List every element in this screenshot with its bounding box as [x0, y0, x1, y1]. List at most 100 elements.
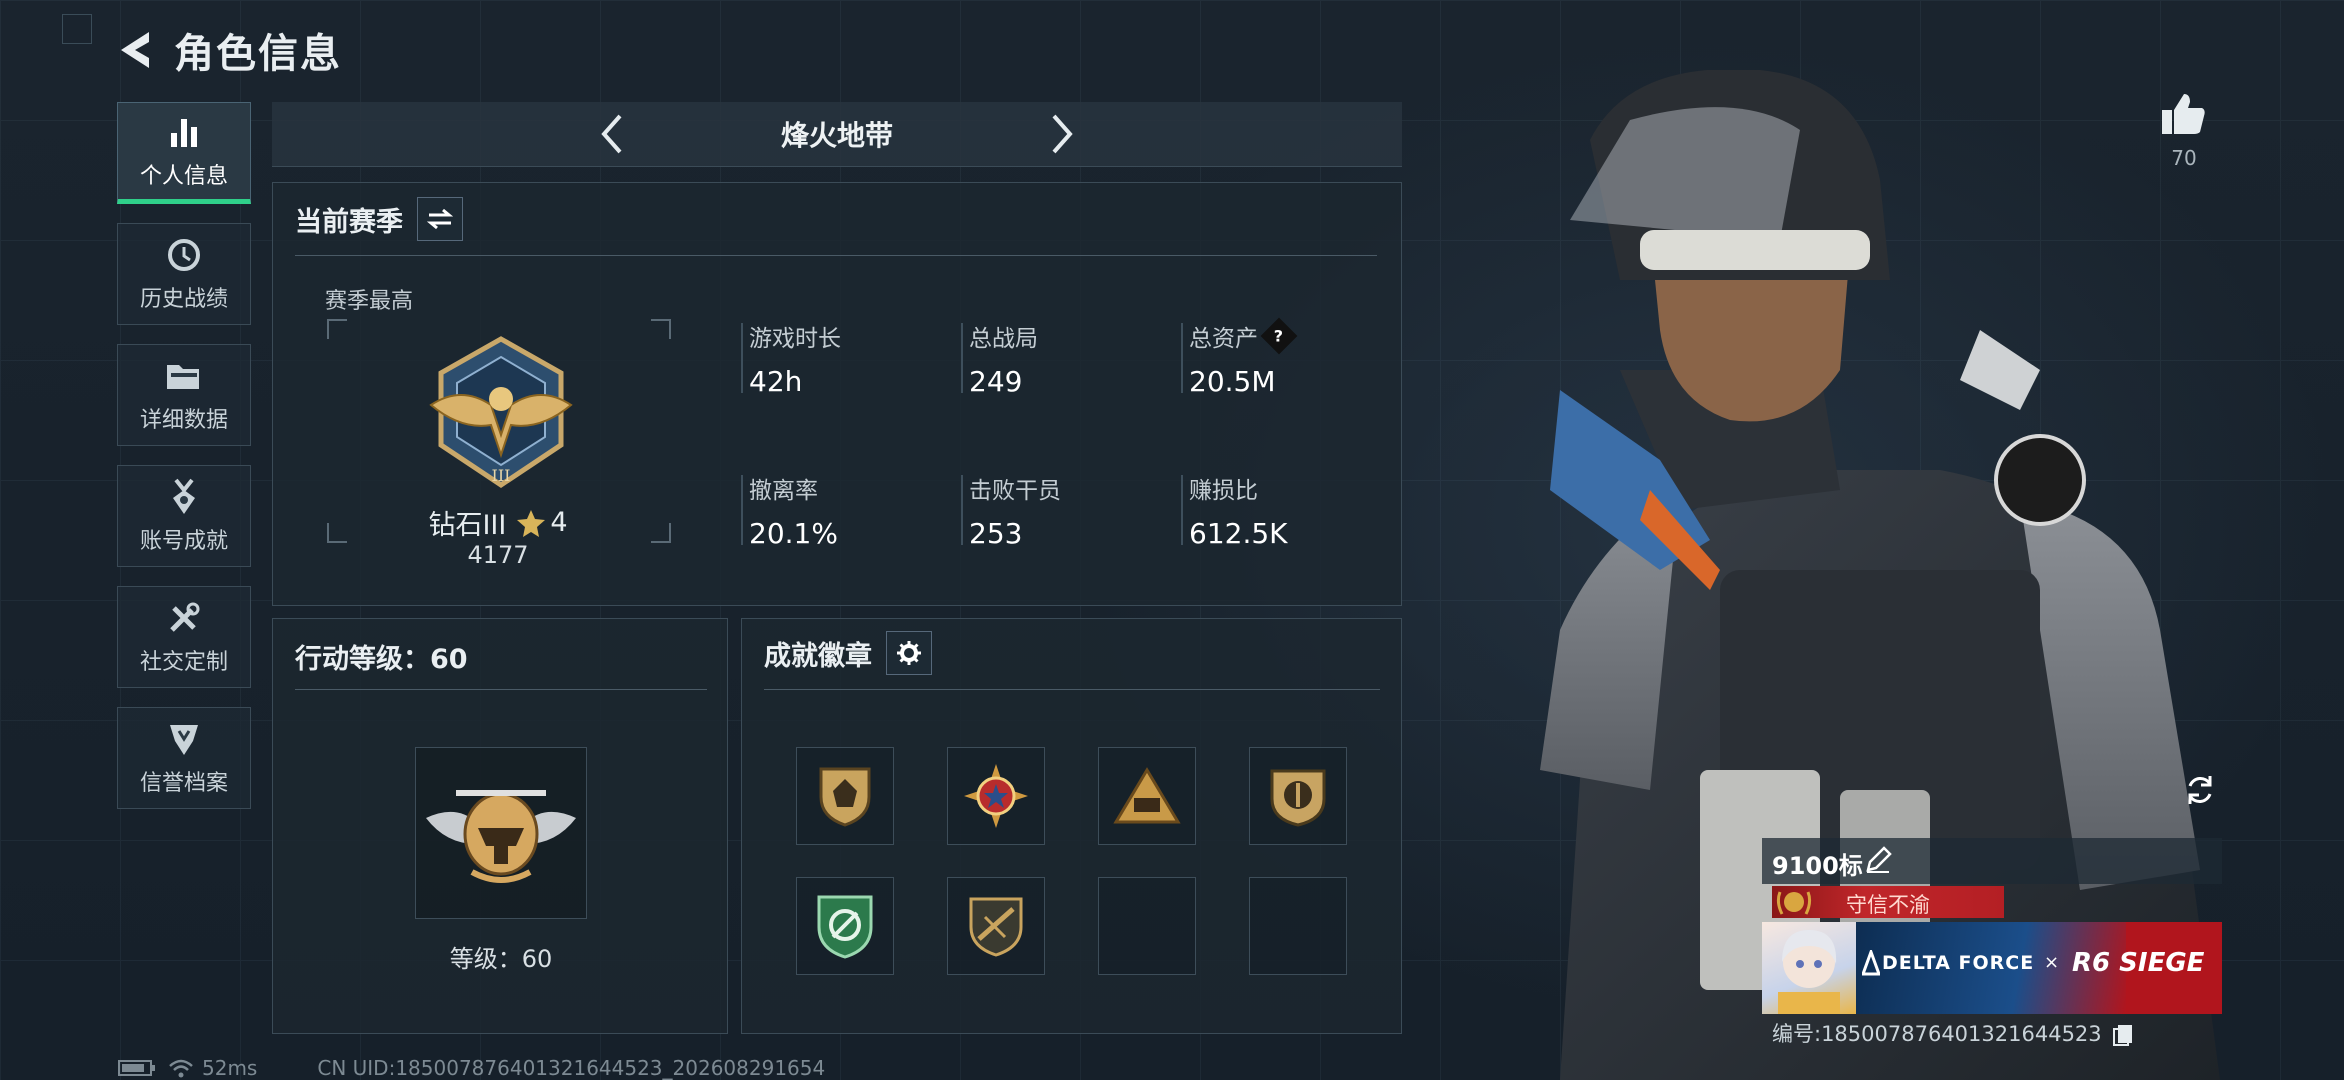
player-card: 9100标 守信不渝 DELTA FORCE × R6 SIEGE 编号:185…: [1762, 838, 2222, 1048]
rifle-badge-icon: [969, 897, 1023, 957]
mode-name: 烽火地带: [780, 119, 893, 152]
battery-icon: [118, 1060, 155, 1076]
brand-separator: ×: [2044, 952, 2060, 973]
stat-extraction-rate: 撤离率 20.1%: [741, 471, 838, 550]
prev-mode-button[interactable]: [591, 109, 631, 159]
badge-slot-empty[interactable]: [1249, 877, 1347, 975]
back-button[interactable]: [110, 25, 160, 75]
bar-chart-icon: [164, 112, 204, 152]
rank-label: 钻石III 4: [343, 503, 653, 542]
rank-stars: 4: [550, 507, 568, 538]
stat-label: 总资产: [1189, 326, 1258, 352]
sidebar-item-label: 个人信息: [139, 164, 228, 189]
badge-slot[interactable]: [947, 747, 1045, 845]
refresh-icon: [2188, 776, 2212, 804]
sidebar-item-personal-info[interactable]: 个人信息: [117, 102, 251, 204]
page-header: 角色信息: [110, 20, 660, 80]
swap-icon: [427, 208, 453, 230]
rank-score: 4177: [467, 541, 529, 569]
sidebar-item-label: 历史战绩: [139, 287, 228, 312]
sidebar-item-history[interactable]: 历史战绩: [117, 223, 251, 325]
brand-delta-force: DELTA FORCE: [1882, 952, 2035, 974]
mode-selector: 烽火地带: [272, 102, 1402, 167]
divider: [295, 255, 1377, 256]
badge-slot[interactable]: [796, 877, 894, 975]
level-emblem-frame: [415, 747, 587, 919]
like-count: 70: [2171, 146, 2197, 170]
laurel-emblem-icon: [1776, 891, 1812, 915]
clock-icon: [164, 235, 204, 275]
shield-badge-icon: [819, 767, 871, 827]
gear-icon: [897, 641, 921, 665]
sidebar-item-label: 信誉档案: [139, 771, 228, 796]
back-arrow-icon: [121, 32, 149, 68]
ping-value: 52ms: [202, 1056, 258, 1080]
chevron-right-icon: [1052, 114, 1073, 154]
badge-slot[interactable]: [1249, 747, 1347, 845]
shield-badge-icon: [164, 719, 204, 759]
green-shield-badge-icon: [817, 895, 873, 959]
stat-play-time: 游戏时长 42h: [741, 319, 841, 398]
level-text: 等级：60: [449, 945, 553, 973]
collab-banner: DELTA FORCE × R6 SIEGE: [1762, 922, 2222, 1014]
wifi-icon: [169, 1059, 193, 1078]
player-id-text: 编号:18500787640132164452​3: [1772, 1022, 2102, 1046]
chevron-left-icon: [601, 114, 622, 154]
svg-text:III: III: [492, 466, 511, 485]
switch-season-button[interactable]: [417, 197, 463, 241]
badge-slot[interactable]: [947, 877, 1045, 975]
stat-total-matches: 总战局 249: [961, 319, 1038, 398]
sidebar: 个人信息 历史战绩 详细数据 账号成就 社交定制 信誉档案: [117, 102, 253, 828]
stat-profit-loss-ratio: 赚损比 612.5K: [1181, 471, 1288, 550]
achievement-settings-button[interactable]: [886, 631, 932, 675]
action-level-panel: 行动等级：60 等级：60: [272, 618, 728, 1034]
sidebar-item-label: 详细数据: [139, 408, 228, 433]
sidebar-item-detail-data[interactable]: 详细数据: [117, 344, 251, 446]
star-icon: [517, 509, 546, 537]
action-level-title: 行动等级：60: [295, 644, 468, 675]
stat-operators-defeated: 击败干员 253: [961, 471, 1061, 550]
rank-name: 钻石III: [428, 510, 507, 541]
badge-slot[interactable]: [1098, 747, 1196, 845]
corner-decoration: [62, 14, 92, 44]
season-best-label: 赛季最高: [325, 289, 414, 314]
player-id: 编号:18500787640132164452​3: [1772, 1018, 2134, 1048]
avatar: [1762, 922, 1856, 1014]
sidebar-item-achievements[interactable]: 账号成就: [117, 465, 251, 567]
stat-total-assets: 总资产? 20.5M: [1181, 317, 1298, 398]
sidebar-item-credit-record[interactable]: 信誉档案: [117, 707, 251, 809]
player-name: 9100标: [1772, 852, 1863, 880]
delta-force-logo-icon: [1862, 950, 1880, 976]
medal-icon: [164, 477, 204, 517]
achievements-title: 成就徽章: [764, 640, 872, 672]
uid-text: CN UID:18500787640132164452​3_2026082916…: [317, 1056, 826, 1080]
like-button[interactable]: 70: [2154, 92, 2214, 170]
divider: [764, 689, 1380, 690]
pencil-icon: [1866, 846, 1892, 873]
tools-icon: [164, 598, 204, 638]
badge-slot-empty[interactable]: [1098, 877, 1196, 975]
star-cross-badge-icon: [964, 764, 1028, 828]
sidebar-item-label: 社交定制: [139, 650, 228, 675]
divider: [295, 689, 707, 690]
round-shield-badge-icon: [1270, 769, 1326, 827]
thumbs-up-icon: [2162, 94, 2205, 134]
season-title: 当前赛季: [295, 206, 403, 238]
edit-name-button[interactable]: [1864, 846, 1892, 874]
badge-slot[interactable]: [796, 747, 894, 845]
season-panel: 当前赛季 赛季最高 III 钻石III 4 4177 游戏时长 42h 总战局 …: [272, 182, 1402, 606]
player-title-tag: 守信不渝: [1772, 886, 2004, 918]
page-title: 角色信息: [174, 31, 342, 77]
next-mode-button[interactable]: [1043, 109, 1083, 159]
sidebar-item-social-custom[interactable]: 社交定制: [117, 586, 251, 688]
status-bar: 52ms CN UID:18500787640132164452​3_20260…: [118, 1056, 825, 1080]
sidebar-item-label: 账号成就: [139, 529, 228, 554]
folder-icon: [164, 356, 204, 396]
rank-emblem-icon: III: [421, 335, 581, 495]
brand-r6-siege: R6 SIEGE: [2072, 948, 2205, 978]
achievements-panel: 成就徽章: [741, 618, 1402, 1034]
rotate-view-button[interactable]: [2178, 768, 2222, 812]
help-icon[interactable]: ?: [1260, 317, 1298, 355]
triangle-badge-icon: [1113, 767, 1181, 824]
copy-icon: [2113, 1025, 2133, 1046]
